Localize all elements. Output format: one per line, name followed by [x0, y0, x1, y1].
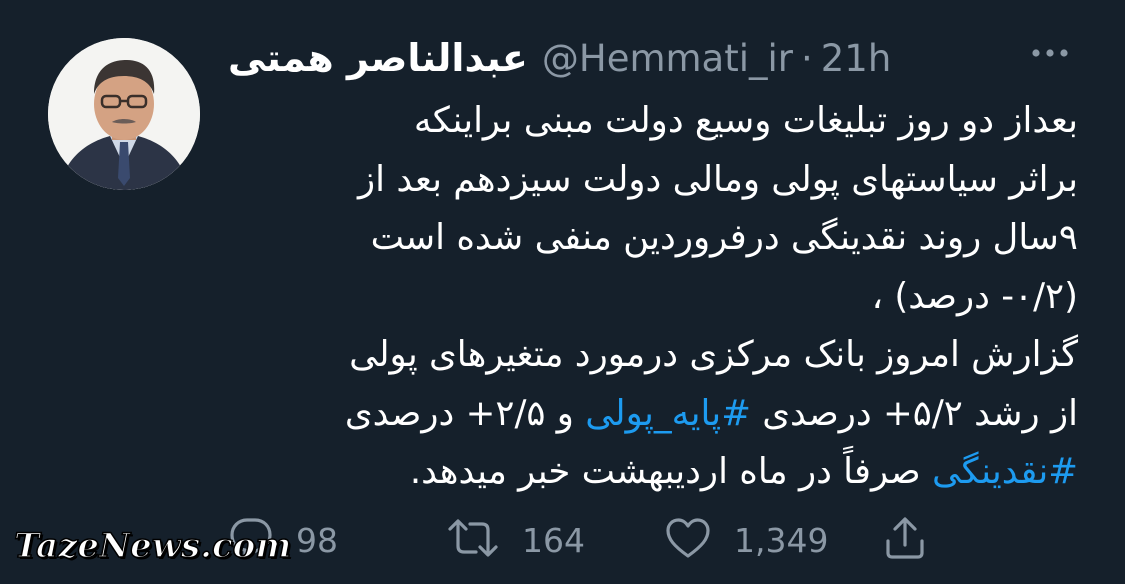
more-icon[interactable] [1026, 38, 1074, 68]
tweet-text-line: (۰/۲- درصد) ، [871, 275, 1078, 317]
tweet-text: بعداز دو روز تبلیغات وسیع دولت مبنی برای… [228, 92, 1078, 502]
author-handle[interactable]: @Hemmati_ir [542, 37, 793, 80]
retweet-button[interactable]: 164 [446, 512, 585, 568]
tweet-header: عبدالناصر همتی @Hemmati_ir · 21h [228, 30, 908, 86]
share-button[interactable] [882, 512, 928, 568]
action-bar: 98 164 1,349 [228, 512, 948, 568]
watermark: TazeNews.com [13, 525, 292, 567]
tweet-text-line: براثر سیاستهای پولی ومالی دولت سیزدهم بع… [358, 158, 1078, 200]
tweet-text-line: ۹سال روند نقدینگی درفروردین منفی شده است [370, 217, 1078, 258]
tweet-text-line: از رشد ۵/۲+ درصدی #پایه_پولی و ۲/۵+ درصد… [228, 385, 1078, 444]
tweet-text-fragment: صرفاً در ماه اردیبهشت خبر میدهد. [409, 451, 932, 492]
like-count: 1,349 [734, 520, 829, 560]
hashtag-link-liquidity[interactable]: #نقدینگی [932, 451, 1078, 492]
reply-count: 98 [296, 520, 338, 560]
retweet-count: 164 [522, 520, 585, 560]
tweet-text-fragment: از رشد ۵/۲+ درصدی [750, 392, 1078, 434]
timestamp[interactable]: 21h [821, 37, 892, 80]
separator-dot: · [801, 36, 813, 80]
author-name[interactable]: عبدالناصر همتی [228, 36, 528, 80]
avatar[interactable] [48, 38, 200, 190]
hashtag-link-base-money[interactable]: #پایه_پولی [585, 393, 751, 434]
like-icon [664, 516, 712, 564]
share-icon [882, 515, 928, 565]
tweet-card[interactable]: عبدالناصر همتی @Hemmati_ir · 21h بعداز د… [0, 0, 1125, 584]
like-button[interactable]: 1,349 [664, 512, 828, 568]
tweet-text-line: گزارش امروز بانک مرکزی درمورد متغیرهای پ… [349, 334, 1078, 375]
tweet-text-line: #نقدینگی صرفاً در ماه اردیبهشت خبر میدهد… [228, 443, 1078, 502]
tweet-text-line: بعداز دو روز تبلیغات وسیع دولت مبنی برای… [413, 100, 1078, 141]
tweet-text-fragment: و ۲/۵+ درصدی [344, 392, 586, 434]
retweet-icon [446, 516, 500, 564]
